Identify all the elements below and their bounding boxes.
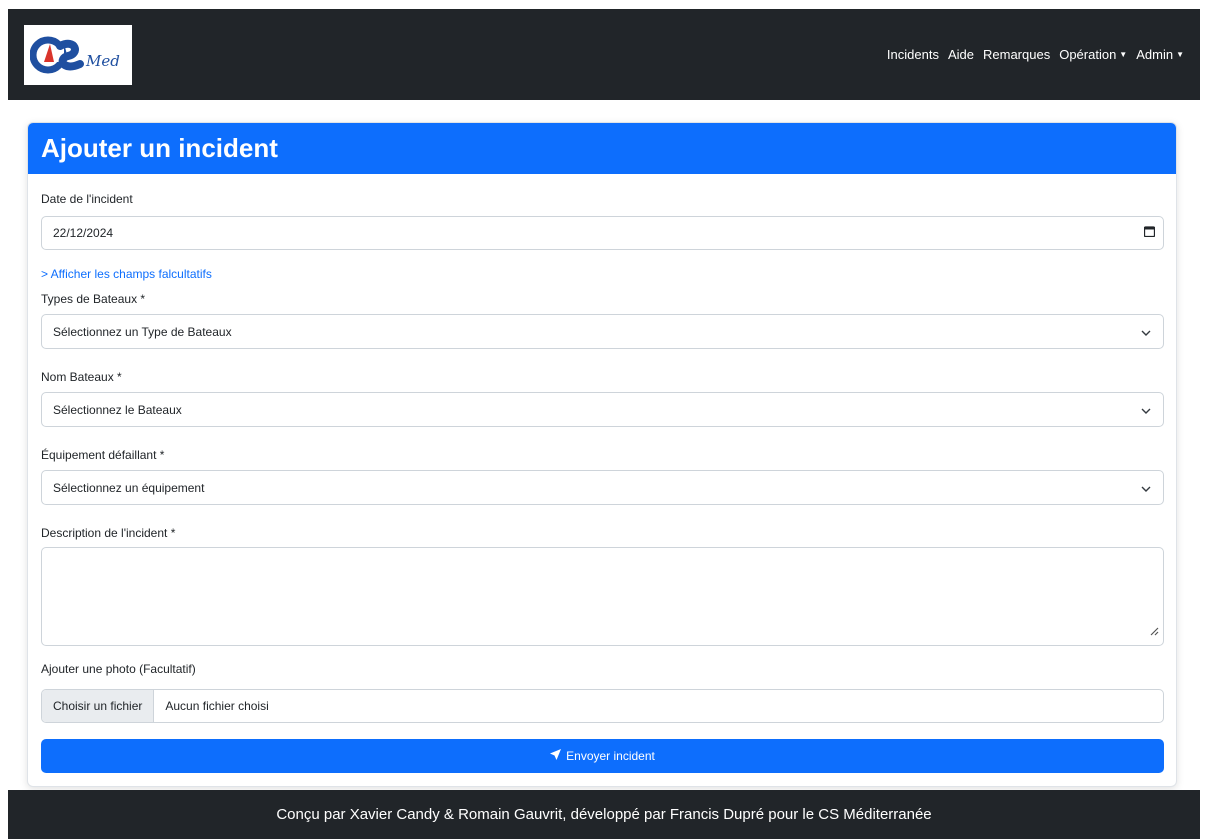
chevron-down-icon — [1141, 325, 1151, 339]
show-optional-fields-link[interactable]: > Afficher les champs falcultatifs — [41, 267, 212, 281]
nav-admin-label: Admin — [1136, 47, 1174, 62]
page-title: Ajouter un incident — [41, 133, 278, 163]
file-status: Aucun fichier choisi — [165, 699, 269, 713]
photo-file-input[interactable]: Choisir un fichier Aucun fichier choisi — [41, 689, 1164, 723]
equipment-value: Sélectionnez un équipement — [53, 480, 205, 495]
caret-down-icon: ▼ — [1119, 50, 1128, 59]
submit-label: Envoyer incident — [566, 749, 655, 763]
add-incident-card: Ajouter un incident Date de l'incident 2… — [27, 122, 1177, 787]
nav-operation-label: Opération — [1059, 47, 1117, 62]
date-value: 22/12/2024 — [53, 226, 114, 240]
page-footer: Conçu par Xavier Candy & Romain Gauvrit,… — [8, 790, 1200, 839]
top-navbar: Med Incidents Aide Remarques Opération ▼ … — [8, 9, 1200, 100]
svg-text:Med: Med — [85, 52, 120, 70]
nav-incidents[interactable]: Incidents — [887, 47, 939, 62]
resize-handle-icon[interactable] — [1148, 623, 1159, 641]
boat-name-label: Nom Bateaux * — [41, 370, 122, 384]
footer-credits: Conçu par Xavier Candy & Romain Gauvrit,… — [276, 806, 932, 823]
cs-med-logo-icon: Med — [30, 36, 120, 73]
boat-name-select[interactable]: Sélectionnez le Bateaux — [41, 392, 1164, 427]
boat-type-label: Types de Bateaux * — [41, 292, 146, 306]
chevron-down-icon — [1141, 403, 1151, 417]
photo-label: Ajouter une photo (Facultatif) — [41, 662, 196, 676]
nav-operation-dropdown[interactable]: Opération ▼ — [1059, 47, 1127, 62]
date-label: Date de l'incident — [41, 192, 133, 206]
chevron-down-icon — [1141, 481, 1151, 495]
caret-down-icon: ▼ — [1176, 50, 1184, 59]
choose-file-button[interactable]: Choisir un fichier — [42, 690, 155, 722]
nav-aide[interactable]: Aide — [948, 47, 974, 62]
paper-plane-icon — [550, 749, 562, 763]
nav-remarques[interactable]: Remarques — [983, 47, 1050, 62]
description-label: Description de l'incident * — [41, 526, 176, 540]
equipment-label: Équipement défaillant * — [41, 448, 165, 462]
description-textarea[interactable] — [41, 547, 1164, 646]
nav-admin-dropdown[interactable]: Admin ▼ — [1136, 47, 1184, 62]
card-header: Ajouter un incident — [28, 123, 1176, 174]
boat-name-value: Sélectionnez le Bateaux — [53, 402, 182, 417]
calendar-icon[interactable] — [1143, 226, 1156, 240]
submit-incident-button[interactable]: Envoyer incident — [41, 739, 1164, 773]
nav-links: Incidents Aide Remarques Opération ▼ Admi… — [887, 47, 1184, 62]
date-input[interactable]: 22/12/2024 — [41, 216, 1164, 250]
boat-type-value: Sélectionnez un Type de Bateaux — [53, 324, 232, 339]
brand-logo[interactable]: Med — [24, 24, 132, 85]
equipment-select[interactable]: Sélectionnez un équipement — [41, 470, 1164, 505]
boat-type-select[interactable]: Sélectionnez un Type de Bateaux — [41, 314, 1164, 349]
